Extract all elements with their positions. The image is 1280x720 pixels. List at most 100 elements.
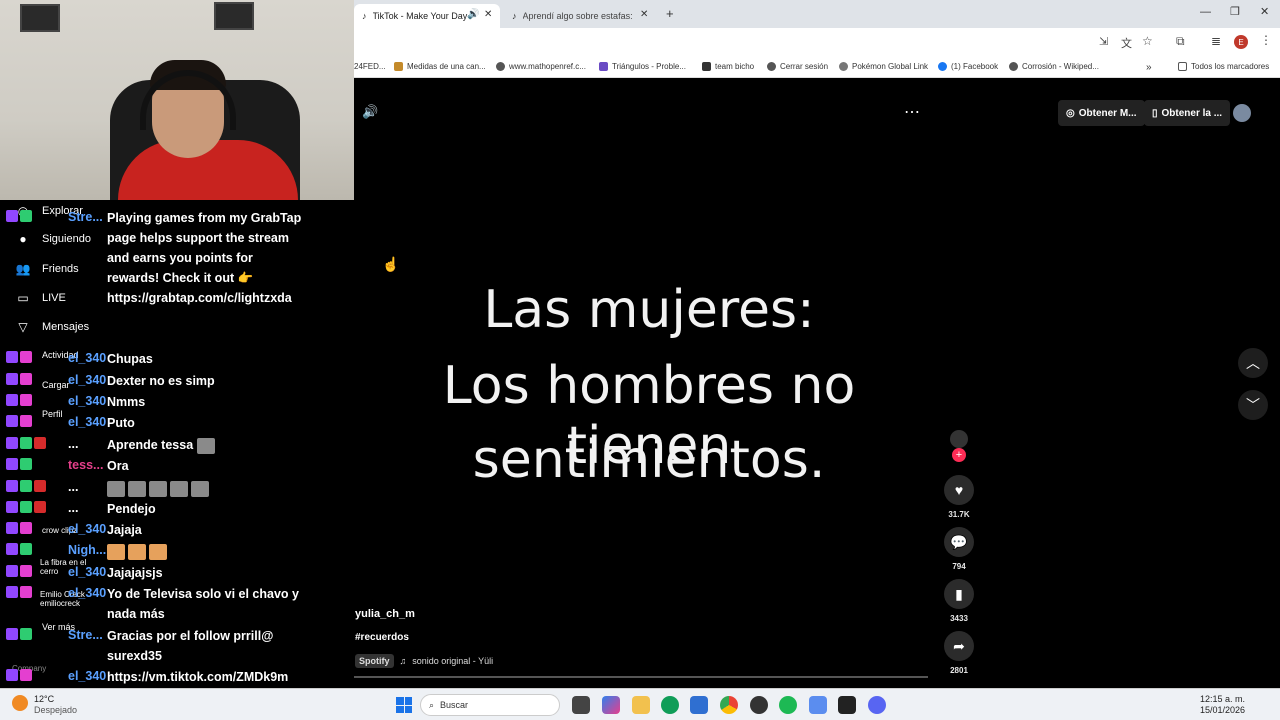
button-label: Obtener la ... [1161, 107, 1223, 119]
emote-image [170, 480, 188, 497]
video-progress-bar[interactable] [354, 676, 928, 678]
chat-message: ... Aprende tessa [6, 435, 215, 454]
webcam-overlay [0, 0, 354, 200]
mod-badge-icon [20, 501, 32, 513]
search-placeholder: Buscar [440, 700, 469, 710]
browser-toolbar: ⇲ 文 ☆ ⧉ ≣ E ⋮ [354, 28, 1280, 56]
sub-badge-icon [20, 394, 32, 406]
tab-close-icon[interactable]: ✕ [484, 9, 492, 20]
save-count: 3433 [950, 614, 968, 623]
bookmark-item[interactable]: Corrosión - Wikiped... [1009, 62, 1099, 71]
bookmark-item[interactable]: Medidas de una can... [394, 62, 486, 71]
share-arrow-icon[interactable]: ➦ [944, 631, 974, 661]
spotify-icon[interactable] [779, 696, 797, 714]
follow-plus-icon[interactable]: + [952, 448, 966, 462]
twitch-badge-icon [6, 373, 18, 385]
taskbar-search-box[interactable]: ⌕ Buscar [420, 694, 560, 716]
twitch-badge-icon [6, 415, 18, 427]
menu-kebab-icon[interactable]: ⋮ [1260, 33, 1272, 47]
red-badge-icon [34, 480, 46, 492]
chat-username: Nigh... [68, 543, 107, 557]
stream-chat-overlay: Stre... Playing games from my GrabTap pa… [0, 200, 354, 688]
globe-icon [767, 62, 776, 71]
tab-estafas[interactable]: ♪ Aprendí algo sobre estafas: me ✕ [504, 4, 654, 28]
chat-message: el_340 Jajajajsjs [6, 563, 163, 580]
reading-list-icon[interactable]: ≣ [1211, 34, 1221, 48]
chat-username: Stre... [68, 210, 103, 224]
bookmark-item[interactable]: team bicho [702, 62, 754, 71]
bookmarks-overflow-icon[interactable]: » [1146, 62, 1152, 73]
like-heart-icon[interactable]: ♥ [944, 475, 974, 505]
bookmark-icon[interactable]: ▮ [944, 579, 974, 609]
twitch-badge-icon [6, 565, 18, 577]
window-close-icon[interactable]: ✕ [1260, 5, 1269, 18]
comment-icon[interactable]: 💬 [944, 527, 974, 557]
sub-badge-icon [20, 415, 32, 427]
chevron-down-icon[interactable]: ﹀ [1238, 390, 1268, 420]
file-explorer-icon[interactable] [632, 696, 650, 714]
tab-tiktok[interactable]: ♪ TikTok - Make Your Day 🔊 ✕ [354, 4, 500, 28]
chrome-icon[interactable] [720, 696, 738, 714]
chat-username: ... [68, 437, 79, 451]
weather-temp: 12°C [34, 694, 55, 704]
twitch-badge-icon [6, 210, 18, 222]
all-bookmarks[interactable]: Todos los marcadores [1178, 62, 1269, 71]
tab-close-icon[interactable]: ✕ [640, 9, 648, 20]
chat-username: el_340 [68, 586, 107, 600]
bookmark-item[interactable]: Pokémon Global Link [839, 62, 928, 71]
extensions-icon[interactable]: ⧉ [1176, 34, 1185, 49]
bookmark-item[interactable]: Cerrar sesión [767, 62, 828, 71]
get-desktop-app-button[interactable]: ▯ Obtener la ... [1144, 100, 1231, 126]
creator-avatar[interactable] [950, 430, 968, 448]
tab-audio-icon[interactable]: 🔊 [467, 9, 479, 20]
get-app-button[interactable]: ◎ Obtener M... [1058, 100, 1145, 126]
copilot-icon[interactable] [602, 696, 620, 714]
tab-title: Aprendí algo sobre estafas: me [522, 11, 633, 21]
bookmark-icon [702, 62, 711, 71]
video-author[interactable]: yulia_ch_m [355, 608, 415, 620]
minimize-icon[interactable]: — [1200, 6, 1211, 18]
bookmark-label: Corrosión - Wikiped... [1022, 62, 1099, 71]
bookmark-item[interactable]: (1) Facebook [938, 62, 998, 71]
tiktok-icon: ♪ [362, 11, 367, 21]
capcut-icon[interactable] [838, 696, 856, 714]
windows-start-icon[interactable] [396, 697, 412, 713]
bookmarks-bar: 24FED... Medidas de una can... www.matho… [354, 56, 1280, 78]
music-row[interactable]: Spotify ♫ sonido original - Yüli [355, 654, 493, 668]
new-tab-button[interactable]: + [666, 6, 674, 21]
discord-icon[interactable] [868, 696, 886, 714]
clock-time: 12:15 a. m. [1200, 694, 1246, 704]
emote-image [107, 480, 125, 497]
twitch-badge-icon [6, 628, 18, 640]
edge-icon[interactable] [661, 696, 679, 714]
bookmark-item[interactable]: Triángulos - Proble... [599, 62, 686, 71]
chevron-up-icon[interactable]: ︿ [1238, 348, 1268, 378]
install-app-icon[interactable]: ⇲ [1099, 35, 1108, 48]
restore-icon[interactable]: ❐ [1230, 5, 1240, 18]
chat-message: el_340 Chupas [6, 349, 153, 366]
chat-message: el_340 Yo de Televisa solo vi el chavo y… [6, 584, 299, 621]
volume-icon[interactable]: 🔊 [362, 104, 378, 120]
emote-image [196, 437, 215, 454]
user-avatar[interactable] [1233, 104, 1251, 122]
sub-badge-icon [20, 586, 32, 598]
chat-username: el_340 [68, 565, 107, 579]
more-options-icon[interactable]: ⋯ [904, 102, 920, 122]
wall-frame [214, 2, 254, 30]
bookmark-star-icon[interactable]: ☆ [1142, 34, 1153, 48]
store-icon[interactable] [690, 696, 708, 714]
bookmark-item[interactable]: www.mathopenref.c... [496, 62, 586, 71]
obs-icon[interactable] [750, 696, 768, 714]
clock-date: 15/01/2026 [1200, 705, 1246, 715]
video-hashtag[interactable]: #recuerdos [355, 632, 409, 643]
chat-username: el_340 [68, 351, 107, 365]
profile-avatar[interactable]: E [1234, 35, 1248, 49]
pokeball-icon [839, 62, 848, 71]
chat-message: ... [6, 478, 209, 497]
chat-text: https://vm.tiktok.com/ZMDk9m [107, 670, 289, 684]
translate-icon[interactable]: 文 [1121, 35, 1132, 51]
security-icon[interactable] [809, 696, 827, 714]
task-view-icon[interactable] [572, 696, 590, 714]
emote-image [149, 543, 167, 560]
bookmark-item[interactable]: 24FED... [354, 62, 386, 71]
